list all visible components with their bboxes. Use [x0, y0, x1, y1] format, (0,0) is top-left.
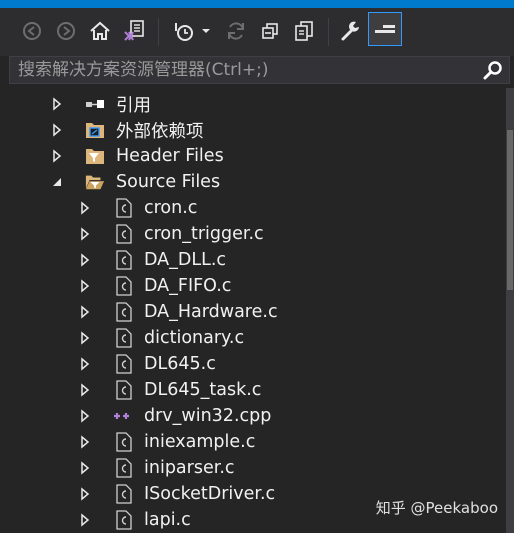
expand-arrow-icon[interactable]	[78, 357, 92, 371]
expand-arrow-icon[interactable]	[78, 461, 92, 475]
tree-item-label: ISocketDriver.c	[144, 484, 276, 504]
tree-item-file[interactable]: DA_FIFO.c	[0, 273, 506, 299]
forward-icon[interactable]	[54, 19, 78, 43]
filter-folder-icon	[85, 146, 105, 166]
solution-tree: 引用 外部依赖项 Header Files Source Files cron.…	[0, 88, 506, 533]
pending-changes-icon[interactable]	[172, 19, 196, 43]
tree-item-external-deps[interactable]: 外部依赖项	[0, 117, 506, 143]
tree-item-file[interactable]: DL645_task.c	[0, 377, 506, 403]
c-file-icon	[114, 198, 134, 218]
show-all-files-icon[interactable]	[292, 19, 316, 43]
back-icon[interactable]	[20, 19, 44, 43]
expand-arrow-icon[interactable]	[78, 513, 92, 527]
vs-switch-view-icon[interactable]	[122, 19, 146, 43]
wrench-icon[interactable]	[338, 19, 362, 43]
expand-arrow-icon[interactable]	[78, 279, 92, 293]
c-file-icon	[114, 328, 134, 348]
tree-item-label: drv_win32.cpp	[144, 406, 272, 426]
c-file-icon	[114, 224, 134, 244]
references-icon	[85, 94, 105, 114]
external-deps-icon	[85, 120, 105, 140]
tree-item-label: lapi.c	[144, 510, 191, 530]
tree-item-label: 外部依赖项	[116, 121, 204, 142]
tree-item-file[interactable]: iniparser.c	[0, 455, 506, 481]
search-icon[interactable]	[483, 60, 503, 80]
expand-arrow-icon[interactable]	[78, 331, 92, 345]
cpp-file-icon	[114, 406, 134, 426]
expand-arrow-icon[interactable]	[78, 435, 92, 449]
tree-item-file[interactable]: iniexample.c	[0, 429, 506, 455]
expand-arrow-icon[interactable]	[50, 123, 64, 137]
tree-item-label: iniexample.c	[144, 432, 256, 452]
tree-item-label: Source Files	[116, 172, 221, 192]
tree-item-label: DA_FIFO.c	[144, 276, 232, 296]
tree-item-file[interactable]: DA_Hardware.c	[0, 299, 506, 325]
tree-item-label: DL645_task.c	[144, 380, 262, 400]
chevron-down-icon[interactable]	[198, 19, 214, 43]
expand-arrow-icon[interactable]	[78, 201, 92, 215]
collapse-arrow-icon[interactable]	[50, 175, 64, 189]
c-file-icon	[114, 276, 134, 296]
c-file-icon	[114, 250, 134, 270]
tree-item-file[interactable]: DL645.c	[0, 351, 506, 377]
expand-arrow-icon[interactable]	[78, 487, 92, 501]
tree-item-label: DL645.c	[144, 354, 216, 374]
title-bar	[0, 0, 514, 8]
tree-item-file[interactable]: cron_trigger.c	[0, 221, 506, 247]
vertical-scrollbar[interactable]	[506, 88, 514, 533]
tree-item-label: DA_DLL.c	[144, 250, 227, 270]
expand-arrow-icon[interactable]	[78, 305, 92, 319]
toolbar-separator	[328, 18, 329, 46]
tree-item-label: DA_Hardware.c	[144, 302, 278, 322]
tree-item-label: iniparser.c	[144, 458, 235, 478]
search-box	[9, 56, 510, 84]
c-file-icon	[114, 510, 134, 530]
tree-item-file[interactable]: cron.c	[0, 195, 506, 221]
tree-item-source-files[interactable]: Source Files	[0, 169, 506, 195]
filter-folder-open-icon	[85, 172, 105, 192]
expand-arrow-icon[interactable]	[78, 409, 92, 423]
tree-item-file[interactable]: dictionary.c	[0, 325, 506, 351]
c-file-icon	[114, 484, 134, 504]
toolbar-separator	[158, 18, 159, 46]
home-icon[interactable]	[88, 19, 112, 43]
expand-arrow-icon[interactable]	[78, 383, 92, 397]
scrollbar-thumb[interactable]	[507, 130, 513, 290]
c-file-icon	[114, 380, 134, 400]
tree-item-references[interactable]: 引用	[0, 91, 506, 117]
tree-item-file[interactable]: DA_DLL.c	[0, 247, 506, 273]
tree-item-label: Header Files	[116, 146, 224, 166]
tree-item-label: dictionary.c	[144, 328, 245, 348]
tree-item-label: cron_trigger.c	[144, 224, 264, 244]
tree-item-label: cron.c	[144, 198, 198, 218]
collapse-all-icon[interactable]	[258, 19, 282, 43]
expand-arrow-icon[interactable]	[50, 149, 64, 163]
refresh-icon[interactable]	[224, 19, 248, 43]
search-input[interactable]	[10, 57, 480, 83]
tree-item-label: 引用	[116, 95, 151, 116]
tree-item-header-files[interactable]: Header Files	[0, 143, 506, 169]
expand-arrow-icon[interactable]	[50, 97, 64, 111]
expand-arrow-icon[interactable]	[78, 227, 92, 241]
c-file-icon	[114, 458, 134, 478]
c-file-icon	[114, 302, 134, 322]
watermark: 知乎 @Peekaboo	[375, 499, 498, 517]
preview-selected-items-icon[interactable]	[368, 12, 402, 46]
toolbar	[0, 8, 514, 56]
expand-arrow-icon[interactable]	[78, 253, 92, 267]
c-file-icon	[114, 432, 134, 452]
c-file-icon	[114, 354, 134, 374]
tree-item-file[interactable]: drv_win32.cpp	[0, 403, 506, 429]
